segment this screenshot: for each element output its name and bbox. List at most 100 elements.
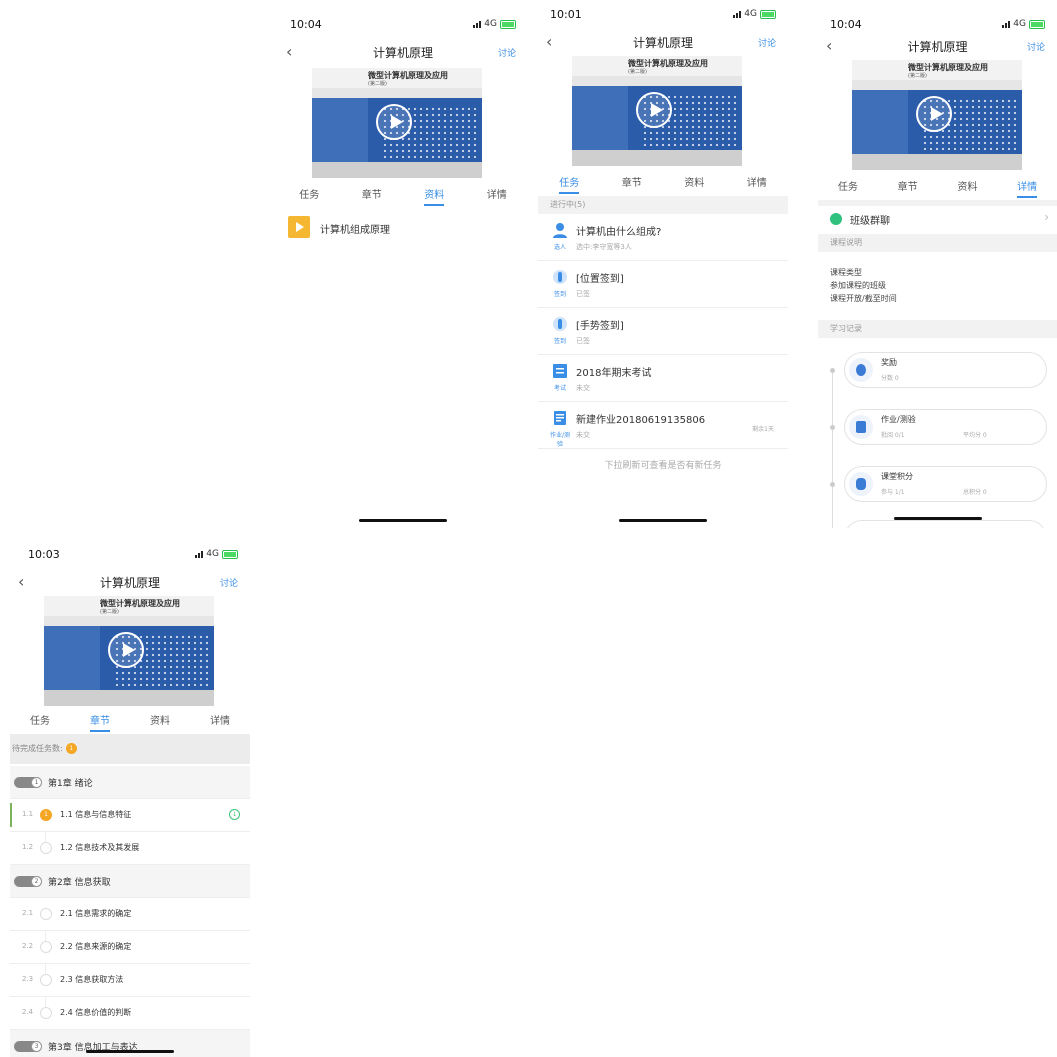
task-item[interactable]: 签到 [位置签到] 已签 <box>538 261 788 308</box>
tab-tasks[interactable]: 任务 <box>278 180 341 206</box>
signal-icon <box>473 20 482 28</box>
status-time: 10:04 <box>830 18 862 31</box>
network-label: 4G <box>1013 19 1026 29</box>
section-circle-icon <box>40 1007 52 1019</box>
chevron-right-icon: › <box>1044 210 1049 224</box>
tab-resources[interactable]: 资料 <box>663 168 726 194</box>
award-icon <box>849 358 873 382</box>
phone-chapters: 10:03 4G ‹ 计算机原理 讨论 微型计算机原理及应用 (第二版) 任务 … <box>10 538 250 1057</box>
tab-details[interactable]: 详情 <box>997 172 1057 198</box>
tab-chapters[interactable]: 章节 <box>70 706 130 732</box>
task-name: 新建作业20180619135806 <box>576 415 706 426</box>
exam-icon <box>553 364 567 378</box>
section-title: 1.2 信息技术及其发展 <box>60 843 140 852</box>
tab-bar: 任务 章节 资料 详情 <box>538 168 788 194</box>
page-title: 计算机原理 <box>907 40 968 54</box>
tab-resources[interactable]: 资料 <box>130 706 190 732</box>
resource-item[interactable]: 计算机组成原理 <box>288 214 518 242</box>
discuss-button[interactable]: 讨论 <box>1027 40 1045 53</box>
pull-refresh-hint: 下拉刷新可查看是否有新任务 <box>604 461 722 471</box>
section-circle-icon <box>40 842 52 854</box>
task-status: 已签 <box>576 290 590 298</box>
task-item[interactable]: 作业/测验 新建作业20180619135806 未交 剩余1天 <box>538 402 788 449</box>
section-number: 1.1 <box>22 810 34 818</box>
record-title: 奖励 <box>881 358 897 367</box>
play-icon[interactable] <box>916 96 952 132</box>
discuss-button[interactable]: 讨论 <box>220 576 238 589</box>
section-row[interactable]: 1.2 1.2 信息技术及其发展 <box>10 832 250 865</box>
chapter-row[interactable]: 2 第2章 信息获取 <box>10 865 250 898</box>
discuss-button[interactable]: 讨论 <box>758 36 776 49</box>
section-title: 2.1 信息需求的确定 <box>60 909 132 918</box>
task-item[interactable]: 签到 [手势签到] 已签 <box>538 308 788 355</box>
tab-resources[interactable]: 资料 <box>938 172 998 198</box>
home-indicator[interactable] <box>86 1050 174 1053</box>
home-indicator[interactable] <box>619 519 707 522</box>
network-label: 4G <box>744 9 757 19</box>
group-chat-row[interactable]: 班级群聊 › <box>818 206 1057 232</box>
section-circle-icon <box>40 974 52 986</box>
play-icon[interactable] <box>636 92 672 128</box>
tab-bar: 任务 章节 资料 详情 <box>818 172 1057 198</box>
play-icon[interactable] <box>376 104 412 140</box>
record-stat-secondary: 平均分 0 <box>963 432 987 439</box>
chapter-toggle-icon[interactable]: 3 <box>14 1041 42 1052</box>
record-stat-secondary: 总积分 0 <box>963 489 987 496</box>
section-title: 1.1 信息与信息特征 <box>60 810 132 819</box>
task-name: 计算机由什么组成? <box>576 227 662 238</box>
task-status: 选中:李守宽等3人 <box>576 243 632 251</box>
record-card[interactable]: 课堂积分 参与 1/1 总积分 0 <box>844 466 1047 502</box>
home-indicator[interactable] <box>893 517 982 520</box>
task-status: 已签 <box>576 337 590 345</box>
video-player[interactable]: 微型计算机原理及应用 (第二版) <box>312 68 482 178</box>
section-badge: 1 <box>40 809 52 821</box>
chat-bubble-icon <box>830 213 842 225</box>
signal-indicator: 4G <box>195 549 238 559</box>
record-card[interactable]: 奖励 分数 0 <box>844 352 1047 388</box>
home-indicator[interactable] <box>359 519 447 522</box>
video-player[interactable]: 微型计算机原理及应用 (第二版) <box>572 56 742 166</box>
record-card[interactable] <box>844 520 1047 528</box>
tab-details[interactable]: 详情 <box>466 180 529 206</box>
discuss-button[interactable]: 讨论 <box>498 46 516 59</box>
nav-bar: ‹ 计算机原理 讨论 <box>818 32 1057 60</box>
download-icon[interactable]: ↓ <box>229 809 240 820</box>
signal-icon <box>1002 20 1011 28</box>
task-deadline: 剩余1天 <box>752 426 774 433</box>
task-item[interactable]: 选人 计算机由什么组成? 选中:李守宽等3人 <box>538 214 788 261</box>
chapter-toggle-icon[interactable]: 2 <box>14 876 42 887</box>
task-type: 签到 <box>553 291 566 298</box>
desc-line: 课程类型 <box>830 268 862 277</box>
phone-resources: 10:04 4G ‹ 计算机原理 讨论 微型计算机原理及应用 (第二版) 任务 … <box>278 0 528 528</box>
section-row[interactable]: 2.2 2.2 信息来源的确定 <box>10 931 250 964</box>
tab-resources[interactable]: 资料 <box>403 180 466 206</box>
chapter-toggle-icon[interactable]: 1 <box>14 777 42 788</box>
nav-bar: ‹ 计算机原理 讨论 <box>278 38 528 66</box>
network-label: 4G <box>484 19 497 29</box>
desc-line: 课程开放/截至时间 <box>830 294 897 303</box>
tab-chapters[interactable]: 章节 <box>601 168 664 194</box>
video-player[interactable]: 微型计算机原理及应用 (第二版) <box>852 60 1022 170</box>
group-chat-label: 班级群聊 <box>850 216 890 227</box>
tab-details[interactable]: 详情 <box>726 168 789 194</box>
tab-details[interactable]: 详情 <box>190 706 250 732</box>
tab-tasks[interactable]: 任务 <box>10 706 70 732</box>
play-icon[interactable] <box>108 632 144 668</box>
timeline-line <box>832 368 833 528</box>
section-row[interactable]: 2.3 2.3 信息获取方法 <box>10 964 250 997</box>
section-header: 进行中(5) <box>538 196 788 214</box>
tab-tasks[interactable]: 任务 <box>538 168 601 194</box>
tab-tasks[interactable]: 任务 <box>818 172 878 198</box>
section-row[interactable]: 2.4 2.4 信息价值的判断 <box>10 997 250 1030</box>
study-record-header: 学习记录 <box>818 320 1057 338</box>
pending-tasks-bar: 待完成任务数: 1 <box>10 734 250 764</box>
tab-chapters[interactable]: 章节 <box>878 172 938 198</box>
tab-chapters[interactable]: 章节 <box>341 180 404 206</box>
task-item[interactable]: 考试 2018年期末考试 未交 <box>538 355 788 402</box>
video-player[interactable]: 微型计算机原理及应用 (第二版) <box>44 596 214 706</box>
section-row[interactable]: 1.1 1 1.1 信息与信息特征 ↓ <box>10 799 250 832</box>
record-card[interactable]: 作业/测验 批阅 0/1 平均分 0 <box>844 409 1047 445</box>
section-row[interactable]: 2.1 2.1 信息需求的确定 <box>10 898 250 931</box>
course-desc-header: 课程说明 <box>818 234 1057 252</box>
chapter-row[interactable]: 1 第1章 绪论 <box>10 766 250 799</box>
